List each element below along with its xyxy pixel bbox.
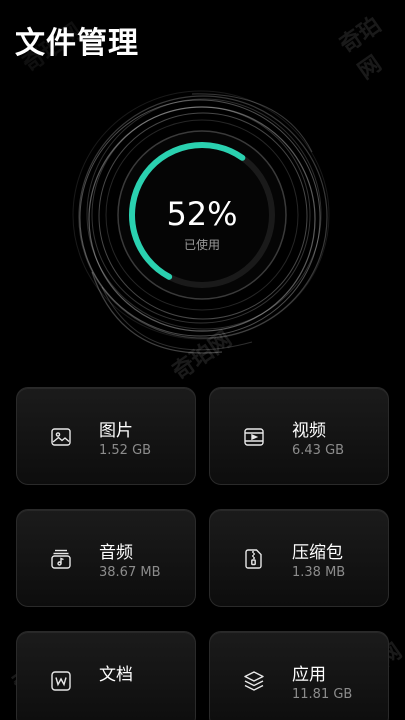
watermark-top-right: 奇珀网 — [335, 12, 387, 85]
audio-icon — [49, 547, 73, 571]
storage-usage-ring: 52% 已使用 — [62, 72, 342, 372]
category-card-apps[interactable]: 应用 11.81 GB — [209, 631, 389, 720]
category-size: 6.43 GB — [292, 443, 345, 458]
category-card-documents[interactable]: 文档 — [16, 631, 196, 720]
category-name: 图片 — [99, 421, 133, 441]
category-name: 视频 — [292, 421, 326, 441]
apps-icon — [242, 669, 266, 693]
category-size: 1.52 GB — [99, 443, 152, 458]
category-size: 38.67 MB — [99, 565, 161, 580]
category-name: 文档 — [99, 665, 133, 685]
category-name: 音频 — [99, 543, 133, 563]
video-icon — [242, 425, 266, 449]
document-icon — [49, 669, 73, 693]
category-card-audio[interactable]: 音频 38.67 MB — [16, 509, 196, 607]
page-title: 文件管理 — [15, 26, 139, 61]
usage-percent: 52% — [166, 195, 238, 233]
category-card-images[interactable]: 图片 1.52 GB — [16, 387, 196, 485]
category-size: 1.38 MB — [292, 565, 346, 580]
category-size: 11.81 GB — [292, 687, 353, 702]
file-manager-screen: 文件管理 奇珀网 奇珀网 奇珀网 奇珀网 奇珀网 — [0, 0, 405, 720]
zip-icon — [242, 547, 266, 571]
usage-label: 已使用 — [183, 238, 220, 252]
category-name: 应用 — [292, 665, 326, 685]
image-icon — [49, 425, 73, 449]
category-card-archives[interactable]: 压缩包 1.38 MB — [209, 509, 389, 607]
category-name: 压缩包 — [292, 543, 343, 563]
category-card-videos[interactable]: 视频 6.43 GB — [209, 387, 389, 485]
